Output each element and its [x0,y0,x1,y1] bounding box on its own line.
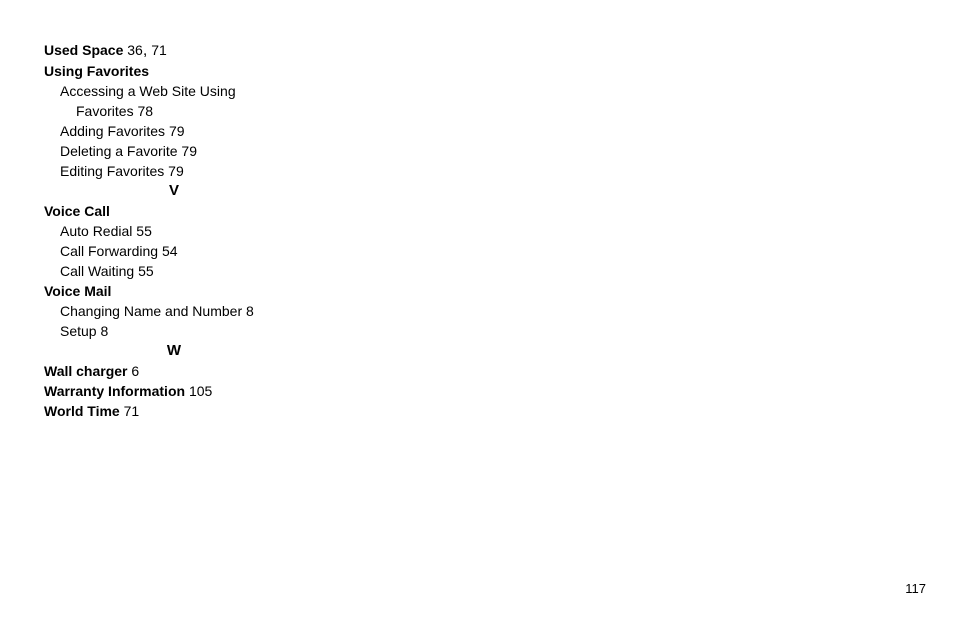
index-column: Used Space 36, 71 Using Favorites Access… [44,40,324,421]
sub-adding: Adding Favorites 79 [44,121,324,141]
entry-voice-mail: Voice Mail [44,281,324,301]
pg-warranty: 105 [189,383,212,399]
pages-used-space-a: 36 [127,42,143,58]
page: Used Space 36, 71 Using Favorites Access… [0,0,954,636]
sub-change-text: Changing Name and Number [60,303,242,319]
sub-access-pg: 78 [137,103,153,119]
sub-access-l2-text: Favorites [76,103,134,119]
comma: , [143,42,147,59]
sub-call-fwd-text: Call Forwarding [60,243,158,259]
sub-setup: Setup 8 [44,321,324,341]
sub-auto-redial: Auto Redial 55 [44,221,324,241]
sub-setup-text: Setup [60,323,97,339]
sub-change: Changing Name and Number 8 [44,301,324,321]
term-warranty: Warranty Information [44,383,185,399]
sub-deleting: Deleting a Favorite 79 [44,141,324,161]
sub-access-l1: Accessing a Web Site Using [44,81,324,101]
sub-adding-text: Adding Favorites [60,123,165,139]
entry-world-time: World Time 71 [44,401,324,421]
sub-call-wait: Call Waiting 55 [44,261,324,281]
term-using-favorites: Using Favorites [44,63,149,79]
section-letter-w: W [44,341,304,361]
entry-wall-charger: Wall charger 6 [44,361,324,381]
entry-voice-call: Voice Call [44,201,324,221]
sub-editing-pg: 79 [168,163,184,179]
term-wall-charger: Wall charger [44,363,128,379]
term-world-time: World Time [44,403,120,419]
term-voice-mail: Voice Mail [44,283,111,299]
pg-wall-charger: 6 [131,363,139,379]
pg-world-time: 71 [124,403,140,419]
term-used-space: Used Space [44,42,123,58]
page-number: 117 [905,581,926,596]
term-voice-call: Voice Call [44,203,110,219]
sub-auto-redial-pg: 55 [136,223,152,239]
sub-editing: Editing Favorites 79 [44,161,324,181]
sub-call-wait-text: Call Waiting [60,263,134,279]
sub-auto-redial-text: Auto Redial [60,223,132,239]
entry-warranty: Warranty Information 105 [44,381,324,401]
sub-adding-pg: 79 [169,123,185,139]
sub-deleting-text: Deleting a Favorite [60,143,178,159]
sub-access-l2: Favorites 78 [44,101,324,121]
entry-used-space: Used Space 36, 71 [44,40,324,61]
sub-call-fwd: Call Forwarding 54 [44,241,324,261]
section-letter-v: V [44,181,304,201]
sub-call-fwd-pg: 54 [162,243,178,259]
sub-deleting-pg: 79 [181,143,197,159]
pages-used-space-b: 71 [151,42,167,58]
sub-editing-text: Editing Favorites [60,163,164,179]
entry-using-favorites: Using Favorites [44,61,324,81]
sub-setup-pg: 8 [100,323,108,339]
sub-call-wait-pg: 55 [138,263,154,279]
sub-change-pg: 8 [246,303,254,319]
